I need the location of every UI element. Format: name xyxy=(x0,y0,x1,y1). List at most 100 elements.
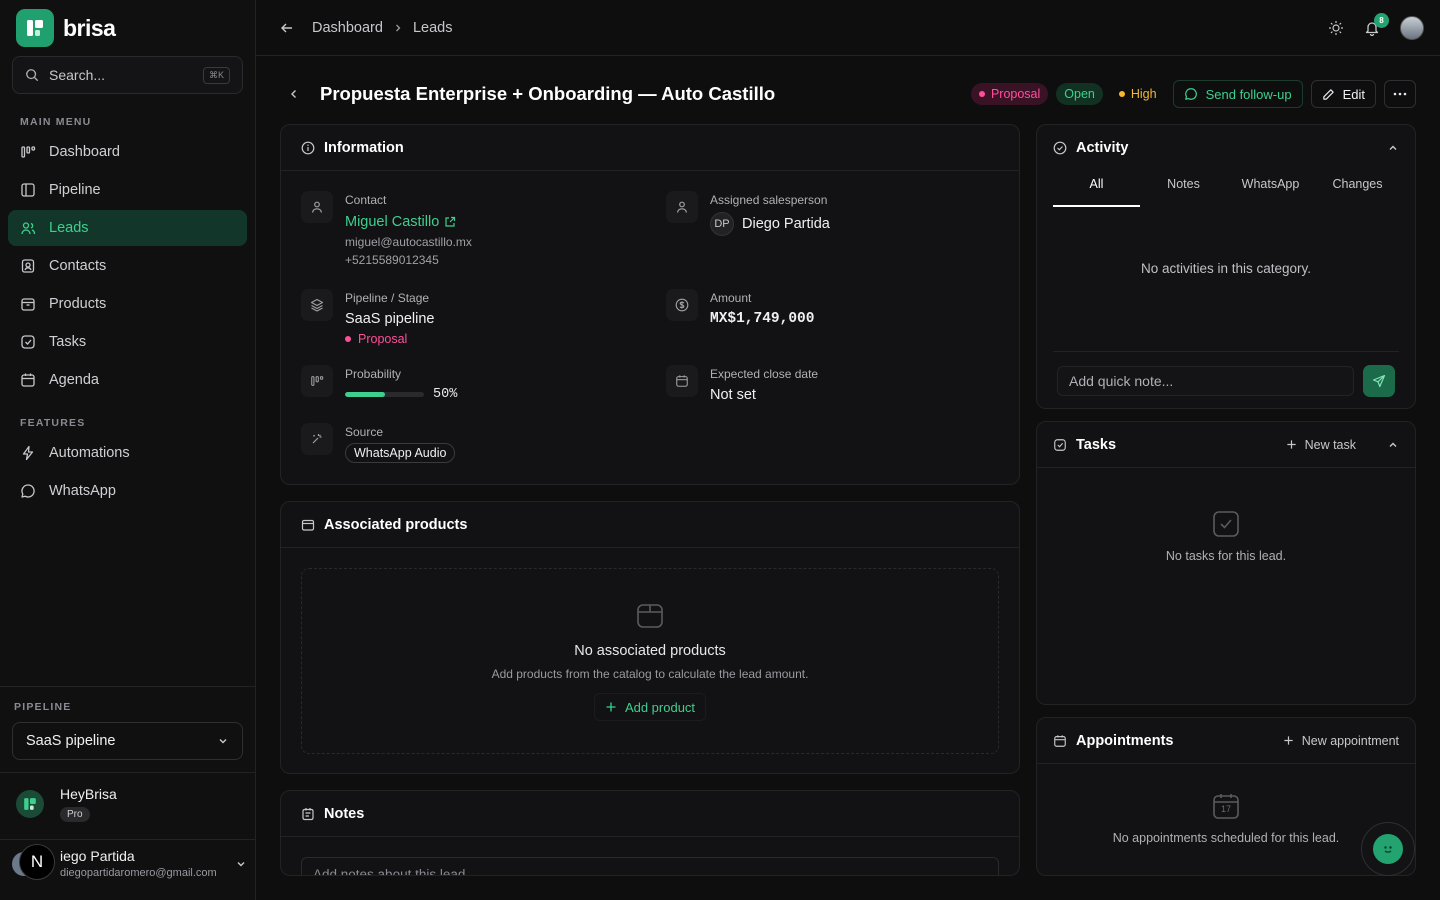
user-icon xyxy=(301,191,333,223)
edit-icon xyxy=(1322,88,1334,100)
sidebar-item-agenda[interactable]: Agenda xyxy=(8,362,247,398)
close-date-value: Not set xyxy=(710,387,756,403)
top-icons: 8 xyxy=(1328,13,1424,40)
notes-card: Notes Add notes about this lead... xyxy=(280,790,1020,876)
pipeline-title: PIPELINE xyxy=(14,701,72,713)
sidebar-item-automations[interactable]: Automations xyxy=(8,435,247,471)
bolt-icon xyxy=(22,445,34,461)
notes-header: Notes xyxy=(281,791,1019,837)
dev-overlay-badge[interactable]: N xyxy=(19,844,55,880)
avatar[interactable] xyxy=(1400,16,1424,40)
breadcrumb-dashboard[interactable]: Dashboard xyxy=(312,20,383,36)
stage-dot xyxy=(345,336,351,342)
sidebar-item-tasks[interactable]: Tasks xyxy=(8,324,247,360)
divider xyxy=(0,839,256,840)
products-card: Associated products No associated produc… xyxy=(280,501,1020,774)
close-date-field: Expected close date Not set xyxy=(666,365,818,403)
new-appointment-button[interactable]: New appointment xyxy=(1283,734,1399,748)
more-icon xyxy=(1393,92,1407,96)
page-title: Propuesta Enterprise + Onboarding — Auto… xyxy=(320,83,776,104)
search-input[interactable]: Search... ⌘K xyxy=(12,56,243,94)
main-menu-title: MAIN MENU xyxy=(20,116,92,128)
notes-icon xyxy=(302,807,314,820)
appointments-card: Appointments New appointment 17 No appoi… xyxy=(1036,717,1416,876)
activity-title: Activity xyxy=(1076,140,1129,156)
org-logo-icon xyxy=(16,790,44,818)
checkbox-icon xyxy=(1213,511,1239,537)
probability-field: Probability 50% xyxy=(301,365,457,402)
notification-count: 8 xyxy=(1374,13,1389,28)
tasks-card: Tasks New task No tasks for this lead. xyxy=(1036,421,1416,705)
divider xyxy=(1053,351,1399,352)
features-nav: Automations WhatsApp xyxy=(8,435,247,511)
sidebar-item-whatsapp[interactable]: WhatsApp xyxy=(8,473,247,509)
close-date-label: Expected close date xyxy=(710,367,819,381)
search-shortcut: ⌘K xyxy=(202,66,230,84)
salesperson-value: DP Diego Partida xyxy=(710,212,830,236)
sidebar-item-contacts[interactable]: Contacts xyxy=(8,248,247,284)
whatsapp-icon xyxy=(1184,88,1197,100)
contact-phone: +5215589012345 xyxy=(345,253,439,267)
new-task-button[interactable]: New task xyxy=(1286,438,1356,452)
more-button[interactable] xyxy=(1384,80,1416,108)
probability-text: 50% xyxy=(433,387,458,402)
info-icon xyxy=(301,141,315,154)
brand[interactable]: brisa xyxy=(16,9,116,47)
tab-notes[interactable]: Notes xyxy=(1140,177,1227,207)
sidebar-item-label: Dashboard xyxy=(49,144,120,160)
contact-link[interactable]: Miguel Castillo xyxy=(345,214,472,230)
chart-icon xyxy=(301,365,333,397)
tab-all[interactable]: All xyxy=(1053,177,1140,207)
chevron-up-icon[interactable] xyxy=(1387,439,1399,451)
stage-value: Proposal xyxy=(345,332,435,346)
sidebar-item-label: Contacts xyxy=(49,258,107,274)
tab-changes[interactable]: Changes xyxy=(1314,177,1401,207)
sidebar-item-products[interactable]: Products xyxy=(8,286,247,322)
chevron-left-icon[interactable] xyxy=(288,88,300,100)
sidebar-item-label: Products xyxy=(49,296,107,312)
plus-icon xyxy=(1284,736,1293,745)
add-product-button[interactable]: Add product xyxy=(593,693,707,721)
leads-icon xyxy=(21,222,36,235)
salesperson-initials: DP xyxy=(710,212,734,236)
amount-label: Amount xyxy=(710,291,752,305)
sidebar-item-pipeline[interactable]: Pipeline xyxy=(8,172,247,208)
tab-whatsapp[interactable]: WhatsApp xyxy=(1227,177,1314,207)
org-name: HeyBrisa xyxy=(60,786,117,802)
tasks-icon xyxy=(1054,438,1066,451)
new-appointment-label: New appointment xyxy=(1301,733,1399,748)
send-note-button[interactable] xyxy=(1363,365,1395,397)
calendar-day-icon: 17 xyxy=(1212,792,1240,820)
products-title: Associated products xyxy=(324,516,468,533)
source-badge: WhatsApp Audio xyxy=(345,443,456,463)
org-switcher[interactable]: HeyBrisa Pro xyxy=(16,786,117,822)
chat-assistant-button[interactable] xyxy=(1361,822,1415,876)
search-icon xyxy=(26,69,39,82)
notifications-button[interactable]: 8 xyxy=(1364,13,1389,36)
header-actions: Proposal Open High Send follow-up Edit xyxy=(970,80,1416,108)
chevron-up-icon[interactable] xyxy=(1387,142,1399,154)
tasks-title: Tasks xyxy=(1076,436,1117,453)
breadcrumb-leads[interactable]: Leads xyxy=(413,20,453,36)
notes-title: Notes xyxy=(324,805,365,822)
search-placeholder: Search... xyxy=(49,67,106,83)
pipeline-label: Pipeline / Stage xyxy=(345,291,430,305)
calendar-icon xyxy=(666,365,698,397)
sun-icon[interactable] xyxy=(1328,20,1344,36)
tasks-empty-text: No tasks for this lead. xyxy=(1165,549,1287,563)
stage-badge-label: Proposal xyxy=(990,87,1041,101)
edit-button[interactable]: Edit xyxy=(1310,80,1376,108)
probability-bar xyxy=(345,392,424,397)
sidebar-item-leads[interactable]: Leads xyxy=(8,210,247,246)
salesperson-name: Diego Partida xyxy=(742,216,830,232)
quick-note-input[interactable]: Add quick note... xyxy=(1057,366,1354,396)
notes-textarea[interactable]: Add notes about this lead... xyxy=(301,857,999,875)
external-link-icon xyxy=(445,216,456,227)
back-arrow-icon[interactable] xyxy=(280,21,294,35)
chevron-down-icon xyxy=(219,739,227,744)
pipeline-select[interactable]: SaaS pipeline xyxy=(12,722,243,760)
sidebar-item-dashboard[interactable]: Dashboard xyxy=(8,134,247,170)
probability-label: Probability xyxy=(345,367,402,381)
layers-icon xyxy=(301,289,333,321)
send-follow-up-button[interactable]: Send follow-up xyxy=(1172,80,1303,108)
